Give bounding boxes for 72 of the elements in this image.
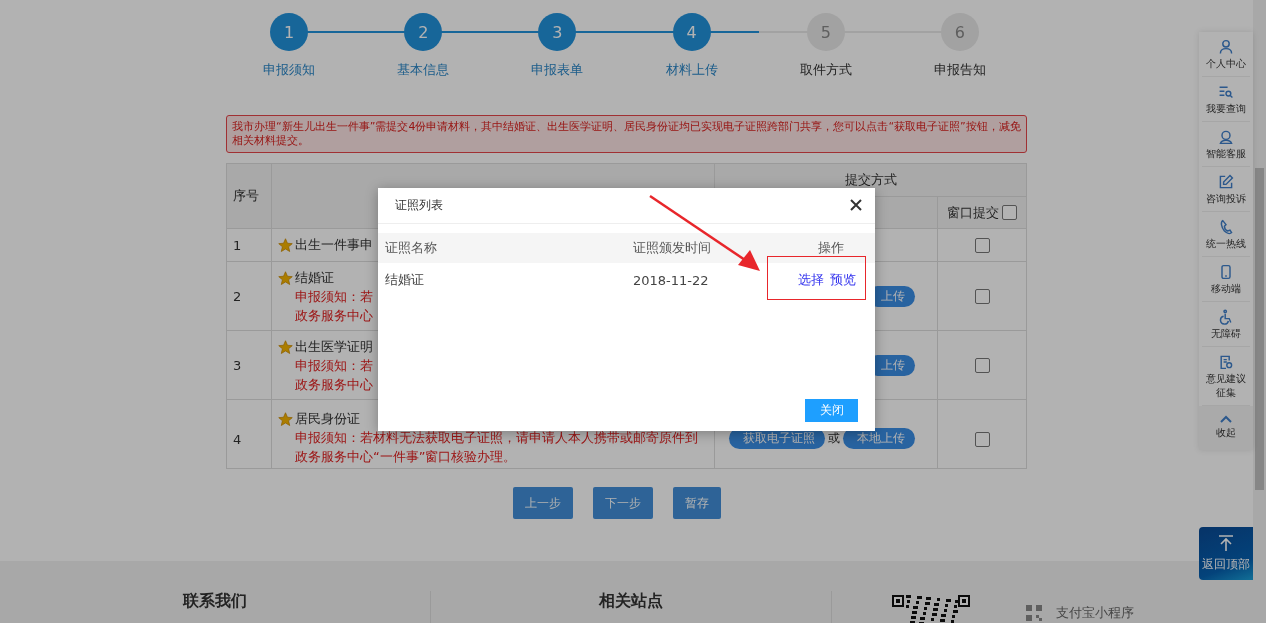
toolbar-item[interactable]: 咨询投诉 [1206, 192, 1246, 206]
footer-heading: 联系我们 [183, 591, 247, 612]
step-label: 基本信息 [397, 61, 450, 79]
checkbox[interactable] [974, 432, 990, 447]
footer-heading: 相关站点 [599, 591, 663, 612]
back-to-top-button[interactable]: 返回顶部 [1199, 527, 1253, 580]
material-note: 政务服务中心“一件事”窗口核验办理。 [295, 448, 518, 466]
material-name: 出生医学证明 [295, 338, 373, 356]
column-header: 操作 [756, 233, 875, 263]
table-cell: 3 [226, 330, 272, 400]
chevron-up-icon[interactable] [1219, 414, 1233, 424]
step-label: 取件方式 [799, 61, 852, 79]
action-link[interactable]: 选择 [798, 271, 824, 289]
table-cell-text: 2018-11-22 [632, 271, 710, 290]
toolbar-item[interactable]: 移动端 [1211, 282, 1241, 296]
person-icon[interactable] [1218, 39, 1234, 55]
qr-icon [1026, 605, 1042, 621]
checkbox[interactable] [974, 289, 990, 304]
toolbar-item[interactable]: 意见建议征集 [1202, 372, 1250, 400]
material-note: 政务服务中心 [295, 307, 374, 325]
material-note: 申报须知：若材料无法获取电子证照，请申请人本人携带或邮寄原件到 [295, 429, 699, 447]
material-note: 申报须知：若 [295, 357, 374, 375]
document-icon[interactable] [1218, 354, 1234, 370]
star-icon [278, 411, 293, 427]
mobile-icon[interactable] [1218, 264, 1234, 280]
toolbar-item[interactable]: 统一热线 [1206, 237, 1246, 251]
edit-icon[interactable] [1218, 174, 1234, 190]
table-header: 序号 [226, 163, 272, 229]
close-icon[interactable] [849, 198, 863, 213]
scrollbar-thumb[interactable] [1255, 168, 1264, 490]
material-name: 出生一件事申 [295, 236, 373, 254]
step-number: 4 [672, 13, 711, 51]
toolbar-item[interactable]: 智能客服 [1206, 147, 1246, 161]
star-icon [278, 270, 293, 286]
step-number: 6 [940, 13, 979, 51]
material-note: 申报须知：若 [295, 288, 374, 306]
star-icon [278, 339, 293, 355]
or-text: 或 [828, 430, 840, 447]
toolbar-item[interactable]: 无障碍 [1211, 327, 1241, 341]
table-cell: 2 [226, 261, 272, 331]
table-header: 窗口提交 [947, 203, 999, 222]
toolbar-item[interactable]: 我要查询 [1206, 102, 1246, 116]
step-number: 5 [806, 13, 845, 51]
checkbox[interactable] [974, 238, 990, 253]
material-name: 居民身份证 [295, 410, 360, 428]
step-number: 3 [538, 13, 577, 51]
material-note: 政务服务中心 [295, 376, 374, 394]
table-cell: 1 [226, 228, 272, 262]
collapse-button[interactable]: 收起 [1199, 406, 1253, 450]
mini-program-link[interactable]: 支付宝小程序 [1056, 604, 1134, 622]
toolbar-item[interactable]: 个人中心 [1206, 57, 1246, 71]
notice-message: 我市办理“新生儿出生一件事”需提交4份申请材料，其中结婚证、出生医学证明、居民身份证均已实现电子证照跨部门共享，您可以点击“获取电子证照”按钮，减免相关材料提交。 [226, 115, 1027, 153]
step-number: 1 [270, 13, 309, 51]
column-header: 证照名称 [378, 233, 626, 263]
step-label: 申报表单 [531, 61, 584, 79]
dialog-title: 证照列表 [395, 197, 443, 214]
table-cell: 4 [226, 399, 272, 469]
star-icon [278, 237, 293, 253]
column-header: 证照颁发时间 [626, 233, 756, 263]
search-list-icon[interactable] [1218, 84, 1234, 100]
step-label: 申报须知 [263, 61, 316, 79]
phone-icon[interactable] [1218, 219, 1234, 235]
step-label: 申报告知 [933, 61, 986, 79]
table-cell-text: 结婚证 [384, 271, 425, 289]
arrow-up-icon[interactable] [1217, 534, 1235, 552]
action-link[interactable]: 预览 [830, 271, 856, 289]
wheelchair-icon[interactable] [1218, 309, 1234, 325]
checkbox[interactable] [1002, 205, 1017, 220]
checkbox[interactable] [974, 358, 990, 373]
step-label: 材料上传 [665, 61, 718, 79]
material-name: 结婚证 [295, 269, 334, 287]
step-number: 2 [404, 13, 443, 51]
